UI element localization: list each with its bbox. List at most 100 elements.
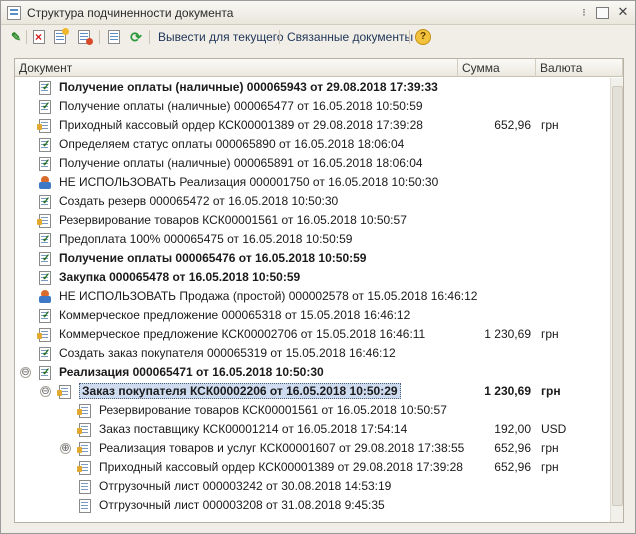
row-currency: грн xyxy=(541,384,561,398)
table-row[interactable]: Коммерческое предложение КСК00002706 от … xyxy=(15,325,609,344)
table-row[interactable]: Получение оплаты (наличные) 000065477 от… xyxy=(15,97,609,116)
scrollbar-thumb[interactable] xyxy=(612,86,623,506)
row-document-name: Предоплата 100% 000065475 от 16.05.2018 … xyxy=(59,230,352,249)
row-document-name: Реализация товаров и услуг КСК00001607 о… xyxy=(99,439,464,458)
more-options-icon[interactable]: ⁝ xyxy=(576,5,592,21)
table-row[interactable]: Определяем статус оплаты 000065890 от 16… xyxy=(15,135,609,154)
row-document-name-text: Определяем статус оплаты 000065890 от 16… xyxy=(59,137,405,151)
document-icon xyxy=(37,119,51,133)
row-currency: грн xyxy=(541,441,559,455)
row-document-name: Коммерческое предложение 000065318 от 15… xyxy=(59,306,410,325)
vertical-scrollbar[interactable] xyxy=(610,78,623,522)
row-currency: грн xyxy=(541,460,559,474)
row-document-name-text: Резервирование товаров КСК00001561 от 16… xyxy=(99,403,447,417)
row-document-name-text: Создать резерв 000065472 от 16.05.2018 1… xyxy=(59,194,339,208)
deleted-mark-icon xyxy=(39,290,53,304)
delete-mark-icon[interactable] xyxy=(30,28,48,46)
table-row[interactable]: НЕ ИСПОЛЬЗОВАТЬ Реализация 000001750 от … xyxy=(15,173,609,192)
row-amount: 1 230,69 xyxy=(484,327,531,341)
document-plain-icon xyxy=(79,480,91,494)
column-header-document[interactable]: Документ xyxy=(15,59,458,77)
table-row[interactable]: Приходный кассовый ордер КСК00001389 от … xyxy=(15,458,609,477)
structure-window: Структура подчиненности документа ⁝ ✕ ✎ … xyxy=(0,0,636,534)
row-amount: 652,96 xyxy=(494,441,531,455)
table-row[interactable]: Коммерческое предложение 000065318 от 15… xyxy=(15,306,609,325)
table-row[interactable]: Резервирование товаров КСК00001561 от 16… xyxy=(15,401,609,420)
table-row[interactable]: Заказ поставщику КСК00001214 от 16.05.20… xyxy=(15,420,609,439)
document-icon xyxy=(77,404,91,418)
table-row[interactable]: Получение оплаты (наличные) 000065943 от… xyxy=(15,78,609,97)
table-row[interactable]: ⊖ Реализация 000065471 от 16.05.2018 10:5… xyxy=(15,363,609,382)
toolbar: ✎ ⟳ Вывести для текущего Связанные докум… xyxy=(1,26,635,48)
maximize-button[interactable] xyxy=(596,7,609,19)
row-document-name-text: Получение оплаты 000065476 от 16.05.2018… xyxy=(59,251,367,265)
toolbar-separator xyxy=(279,30,280,44)
document-icon xyxy=(57,385,71,399)
row-document-name-text: Реализация товаров и услуг КСК00001607 о… xyxy=(99,441,465,455)
table-row[interactable]: Предоплата 100% 000065475 от 16.05.2018 … xyxy=(15,230,609,249)
row-currency: грн xyxy=(541,118,559,132)
post-document-icon[interactable] xyxy=(51,28,69,46)
print-icon[interactable] xyxy=(105,28,123,46)
collapse-toggle-icon[interactable]: ⊖ xyxy=(20,367,31,378)
document-posted-icon xyxy=(39,135,51,154)
table-row[interactable]: Получение оплаты 000065476 от 16.05.2018… xyxy=(15,249,609,268)
column-header-currency[interactable]: Валюта xyxy=(536,59,623,77)
table-row[interactable]: Закупка 000065478 от 16.05.2018 10:50:59 xyxy=(15,268,609,287)
row-document-name: Получение оплаты (наличные) 000065891 от… xyxy=(59,154,423,173)
table-row[interactable]: ⊕ Реализация товаров и услуг КСК00001607 … xyxy=(15,439,609,458)
row-document-name-text: Коммерческое предложение 000065318 от 15… xyxy=(59,308,411,322)
refresh-icon[interactable]: ⟳ xyxy=(127,28,145,46)
document-posted-icon xyxy=(39,154,51,173)
table-row[interactable]: Приходный кассовый ордер КСК00001389 от … xyxy=(15,116,609,135)
document-icon xyxy=(77,442,91,456)
window-title: Структура подчиненности документа xyxy=(27,6,234,20)
row-document-name-text: Получение оплаты (наличные) 000065943 от… xyxy=(59,80,438,94)
table-row[interactable]: Отгрузочный лист 000003208 от 31.08.2018… xyxy=(15,496,609,515)
row-document-name: Заказ покупателя КСК00002206 от 16.05.20… xyxy=(79,382,401,401)
row-document-name-text: Приходный кассовый ордер КСК00001389 от … xyxy=(99,460,463,474)
help-icon[interactable]: ? xyxy=(415,29,431,45)
row-document-name-text: Создать заказ покупателя 000065319 от 15… xyxy=(59,346,396,360)
row-document-name: Отгрузочный лист 000003242 от 30.08.2018… xyxy=(99,477,391,496)
row-document-name: Отгрузочный лист 000003208 от 31.08.2018… xyxy=(99,496,385,515)
document-posted-icon xyxy=(39,230,51,249)
table-row[interactable]: Создать заказ покупателя 000065319 от 15… xyxy=(15,344,609,363)
document-posted-icon xyxy=(39,192,51,211)
row-document-name-text: Заказ поставщику КСК00001214 от 16.05.20… xyxy=(99,422,408,436)
unpost-document-icon[interactable] xyxy=(75,28,93,46)
row-document-name-text: Резервирование товаров КСК00001561 от 16… xyxy=(59,213,407,227)
row-document-name-text: Отгрузочный лист 000003242 от 30.08.2018… xyxy=(99,479,392,493)
table-header: Документ Сумма Валюта xyxy=(15,59,623,77)
row-document-name-text: Заказ покупателя КСК00002206 от 16.05.20… xyxy=(79,383,401,399)
row-document-name: Реализация 000065471 от 16.05.2018 10:50… xyxy=(59,363,324,382)
table-row[interactable]: Создать резерв 000065472 от 16.05.2018 1… xyxy=(15,192,609,211)
table-row[interactable]: Получение оплаты (наличные) 000065891 от… xyxy=(15,154,609,173)
row-amount: 1 230,69 xyxy=(484,384,531,398)
toolbar-separator xyxy=(26,30,27,44)
row-currency: USD xyxy=(541,422,567,436)
toolbar-separator xyxy=(149,30,150,44)
table-row[interactable]: НЕ ИСПОЛЬЗОВАТЬ Продажа (простой) 000002… xyxy=(15,287,609,306)
row-document-name: Получение оплаты 000065476 от 16.05.2018… xyxy=(59,249,366,268)
document-posted-icon xyxy=(39,344,51,363)
print-for-current-button[interactable]: Вывести для текущего xyxy=(154,28,288,46)
row-document-name: Получение оплаты (наличные) 000065943 от… xyxy=(59,78,438,97)
collapse-toggle-icon[interactable]: ⊖ xyxy=(40,386,51,397)
table-row[interactable]: Отгрузочный лист 000003242 от 30.08.2018… xyxy=(15,477,609,496)
edit-icon[interactable]: ✎ xyxy=(7,28,25,46)
document-plain-icon xyxy=(79,499,91,513)
row-document-name-text: НЕ ИСПОЛЬЗОВАТЬ Продажа (простой) 000002… xyxy=(59,289,478,303)
document-posted-icon xyxy=(39,97,51,116)
close-button[interactable]: ✕ xyxy=(615,5,631,21)
document-icon xyxy=(77,461,91,475)
column-header-amount[interactable]: Сумма xyxy=(458,59,536,77)
row-document-name-text: НЕ ИСПОЛЬЗОВАТЬ Реализация 000001750 от … xyxy=(59,175,439,189)
table-row[interactable]: ⊖ Заказ покупателя КСК00002206 от 16.05.2… xyxy=(15,382,609,401)
row-document-name: НЕ ИСПОЛЬЗОВАТЬ Продажа (простой) 000002… xyxy=(59,287,477,306)
expand-toggle-icon[interactable]: ⊕ xyxy=(60,443,71,454)
related-documents-button[interactable]: Связанные документы xyxy=(283,28,417,46)
document-icon xyxy=(37,328,51,342)
table-row[interactable]: Резервирование товаров КСК00001561 от 16… xyxy=(15,211,609,230)
row-document-name-text: Закупка 000065478 от 16.05.2018 10:50:59 xyxy=(59,270,301,284)
